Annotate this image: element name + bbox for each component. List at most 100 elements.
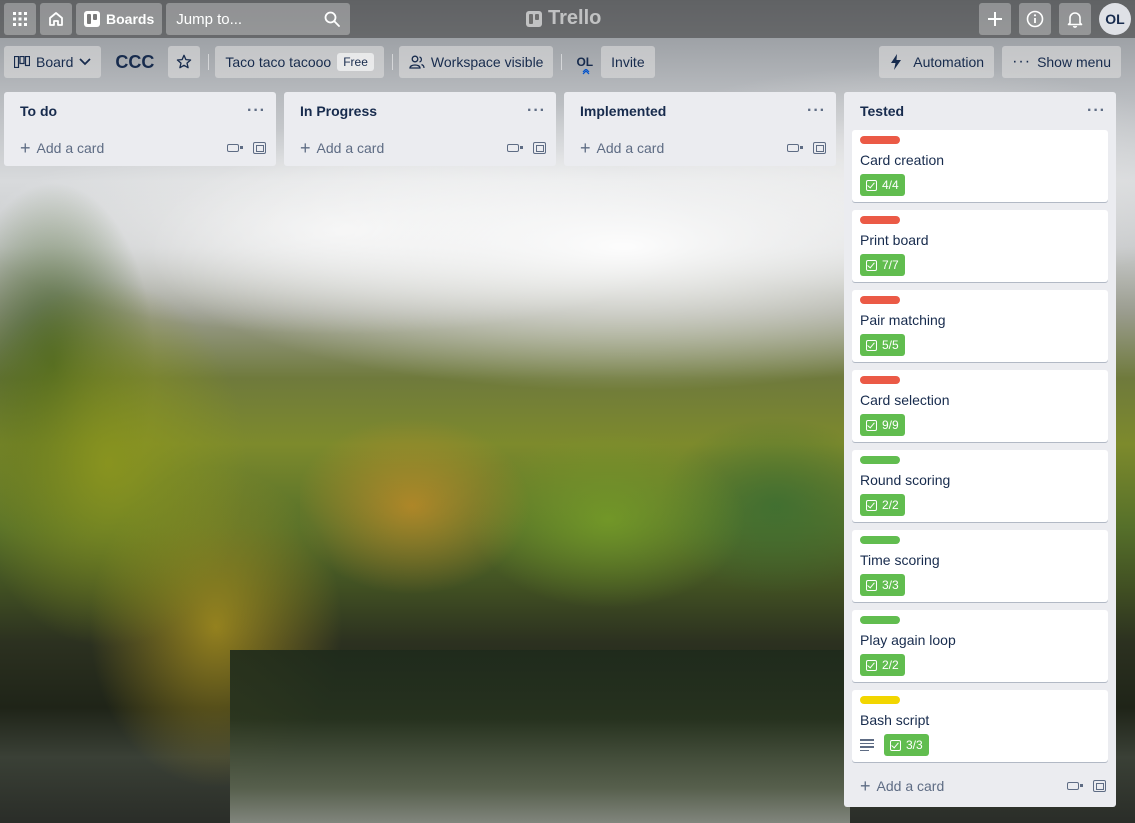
add-card-button[interactable]: + Add a card bbox=[300, 139, 384, 157]
card-template-icon[interactable] bbox=[253, 142, 266, 154]
card-label[interactable] bbox=[860, 216, 900, 224]
user-avatar[interactable]: OL bbox=[1099, 3, 1131, 35]
plus-icon: + bbox=[300, 138, 311, 158]
card-label[interactable] bbox=[860, 616, 900, 624]
checklist-badge: 2/2 bbox=[860, 494, 905, 516]
apps-grid-button[interactable] bbox=[4, 3, 36, 35]
checklist-icon bbox=[866, 259, 877, 271]
divider bbox=[561, 54, 563, 70]
card-label[interactable] bbox=[860, 456, 900, 464]
list-header[interactable]: To do ··· bbox=[4, 92, 276, 130]
card-badges: 3/3 bbox=[860, 734, 1100, 756]
card[interactable]: Play again loop 2/2 bbox=[852, 610, 1108, 682]
board-title[interactable]: CCC bbox=[115, 52, 154, 73]
plus-icon bbox=[988, 12, 1002, 26]
star-button[interactable] bbox=[168, 46, 201, 78]
list-title[interactable]: Implemented bbox=[580, 103, 666, 119]
show-menu-button[interactable]: ··· Show menu bbox=[1002, 46, 1121, 78]
card-label[interactable] bbox=[860, 136, 900, 144]
card[interactable]: Print board 7/7 bbox=[852, 210, 1108, 282]
add-card-button[interactable]: + Add a card bbox=[860, 777, 944, 795]
home-button[interactable] bbox=[40, 3, 72, 35]
list-title[interactable]: Tested bbox=[860, 103, 904, 119]
boards-button[interactable]: Boards bbox=[76, 3, 163, 35]
card-badges: 4/4 bbox=[860, 174, 1100, 196]
card[interactable]: Card creation 4/4 bbox=[852, 130, 1108, 202]
card-label[interactable] bbox=[860, 296, 900, 304]
plan-badge: Free bbox=[337, 53, 374, 71]
workspace-button[interactable]: Taco taco tacooo Free bbox=[215, 46, 384, 78]
list-menu-icon[interactable]: ··· bbox=[1087, 102, 1106, 120]
member-initials: OL bbox=[576, 55, 594, 69]
card-label[interactable] bbox=[860, 376, 900, 384]
bell-icon bbox=[1067, 12, 1083, 28]
admin-chevron-icon bbox=[583, 69, 590, 75]
card-title: Time scoring bbox=[860, 552, 940, 568]
card-template-icon[interactable] bbox=[1093, 780, 1106, 792]
automation-label: Automation bbox=[913, 54, 985, 70]
plus-icon: + bbox=[20, 138, 31, 158]
trello-logo[interactable]: Trello bbox=[526, 7, 601, 30]
checklist-icon bbox=[866, 499, 877, 511]
card-badges: 7/7 bbox=[860, 254, 1100, 276]
ellipsis-icon: ··· bbox=[1012, 53, 1032, 70]
boards-label: Boards bbox=[106, 11, 155, 27]
search-input[interactable]: Jump to... bbox=[166, 3, 351, 35]
video-icon[interactable] bbox=[507, 144, 523, 152]
list-in-progress: In Progress ··· + Add a card bbox=[284, 92, 556, 166]
list-header[interactable]: In Progress ··· bbox=[284, 92, 556, 130]
visibility-button[interactable]: Workspace visible bbox=[398, 46, 554, 78]
video-icon[interactable] bbox=[1067, 782, 1083, 790]
list-title[interactable]: To do bbox=[20, 103, 57, 119]
view-label: Board bbox=[36, 54, 74, 70]
card[interactable]: Card selection 9/9 bbox=[852, 370, 1108, 442]
card[interactable]: Time scoring 3/3 bbox=[852, 530, 1108, 602]
info-button[interactable] bbox=[1019, 3, 1051, 35]
add-card-button[interactable]: + Add a card bbox=[20, 139, 104, 157]
add-card-label: Add a card bbox=[36, 140, 105, 156]
add-card-row: + Add a card bbox=[4, 130, 276, 166]
checklist-icon bbox=[866, 419, 877, 431]
visibility-label: Workspace visible bbox=[430, 54, 544, 70]
card-template-icon[interactable] bbox=[533, 142, 546, 154]
checklist-count: 3/3 bbox=[882, 578, 899, 592]
checklist-badge: 2/2 bbox=[860, 654, 905, 676]
show-menu-label: Show menu bbox=[1037, 54, 1111, 70]
board-actions: Automation ··· Show menu bbox=[879, 46, 1121, 78]
description-icon bbox=[860, 739, 874, 751]
workspace-name: Taco taco tacooo bbox=[225, 54, 332, 70]
list-menu-icon[interactable]: ··· bbox=[247, 102, 266, 120]
notifications-button[interactable] bbox=[1059, 3, 1091, 35]
invite-button[interactable]: Invite bbox=[601, 46, 655, 78]
card[interactable]: Round scoring 2/2 bbox=[852, 450, 1108, 522]
list-header[interactable]: Implemented ··· bbox=[564, 92, 836, 130]
create-button[interactable] bbox=[979, 3, 1011, 35]
card-title: Round scoring bbox=[860, 472, 951, 488]
list-menu-icon[interactable]: ··· bbox=[527, 102, 546, 120]
automation-button[interactable]: Automation bbox=[879, 46, 995, 78]
member-avatar[interactable]: OL bbox=[576, 55, 594, 75]
checklist-icon bbox=[866, 339, 877, 351]
list-to-do: To do ··· + Add a card bbox=[4, 92, 276, 166]
grid-icon bbox=[13, 12, 27, 26]
video-icon[interactable] bbox=[787, 144, 803, 152]
card-template-icon[interactable] bbox=[813, 142, 826, 154]
view-switcher-button[interactable]: Board bbox=[4, 46, 102, 78]
card-label[interactable] bbox=[860, 696, 900, 704]
card-list: Card creation 4/4 Print board 7/7 Pair match… bbox=[844, 130, 1116, 762]
card-badges: 3/3 bbox=[860, 574, 1100, 596]
background-scenery bbox=[230, 650, 850, 823]
card-label[interactable] bbox=[860, 536, 900, 544]
checklist-count: 7/7 bbox=[882, 258, 899, 272]
list-title[interactable]: In Progress bbox=[300, 103, 377, 119]
card[interactable]: Pair matching 5/5 bbox=[852, 290, 1108, 362]
add-card-button[interactable]: + Add a card bbox=[580, 139, 664, 157]
plus-icon: + bbox=[580, 138, 591, 158]
list-menu-icon[interactable]: ··· bbox=[807, 102, 826, 120]
video-icon[interactable] bbox=[227, 144, 243, 152]
add-card-row: + Add a card bbox=[284, 130, 556, 166]
card[interactable]: Bash script 3/3 bbox=[852, 690, 1108, 762]
invite-label: Invite bbox=[611, 54, 645, 70]
list-header[interactable]: Tested ··· bbox=[844, 92, 1116, 130]
add-card-label: Add a card bbox=[876, 778, 945, 794]
